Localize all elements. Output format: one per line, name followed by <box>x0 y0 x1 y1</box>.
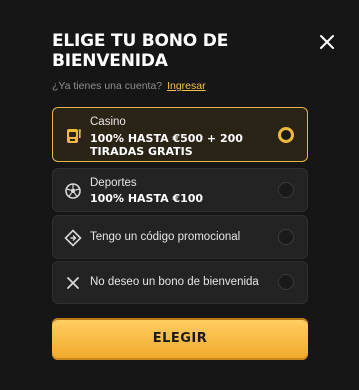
x-icon <box>64 274 82 292</box>
promo-code-icon <box>64 229 82 247</box>
login-link[interactable]: Ingresar <box>167 80 206 92</box>
option-promo-code-radio[interactable] <box>278 229 294 245</box>
slot-machine-icon <box>64 127 82 145</box>
option-promo-code[interactable]: Tengo un código promocional <box>52 215 308 259</box>
option-casino-label: Casino <box>90 116 126 128</box>
close-button[interactable] <box>318 33 336 51</box>
option-no-bonus[interactable]: No deseo un bono de bienvenida <box>52 261 308 304</box>
close-icon <box>320 35 334 49</box>
option-no-bonus-label: No deseo un bono de bienvenida <box>90 276 259 288</box>
option-deportes-offer: 100% HASTA €100 <box>90 192 204 205</box>
option-promo-code-label: Tengo un código promocional <box>90 231 241 243</box>
login-prompt: ¿Ya tienes una cuenta? Ingresar <box>52 80 206 92</box>
modal-title: ELIGE TU BONO DE BIENVENIDA <box>52 31 229 71</box>
option-casino-radio[interactable] <box>278 127 294 143</box>
option-deportes-label: Deportes <box>90 177 137 189</box>
option-casino-offer: 100% HASTA €500 + 200 TIRADAS GRATIS <box>90 132 243 158</box>
choose-button[interactable]: ELEGIR <box>52 318 308 360</box>
soccer-ball-icon <box>64 182 82 200</box>
login-question: ¿Ya tienes una cuenta? <box>52 80 163 92</box>
welcome-bonus-modal: ELIGE TU BONO DE BIENVENIDA ¿Ya tienes u… <box>0 0 359 390</box>
option-deportes-radio[interactable] <box>278 182 294 198</box>
option-casino[interactable]: Casino 100% HASTA €500 + 200 TIRADAS GRA… <box>52 107 308 162</box>
option-deportes[interactable]: Deportes 100% HASTA €100 <box>52 168 308 212</box>
option-no-bonus-radio[interactable] <box>278 274 294 290</box>
